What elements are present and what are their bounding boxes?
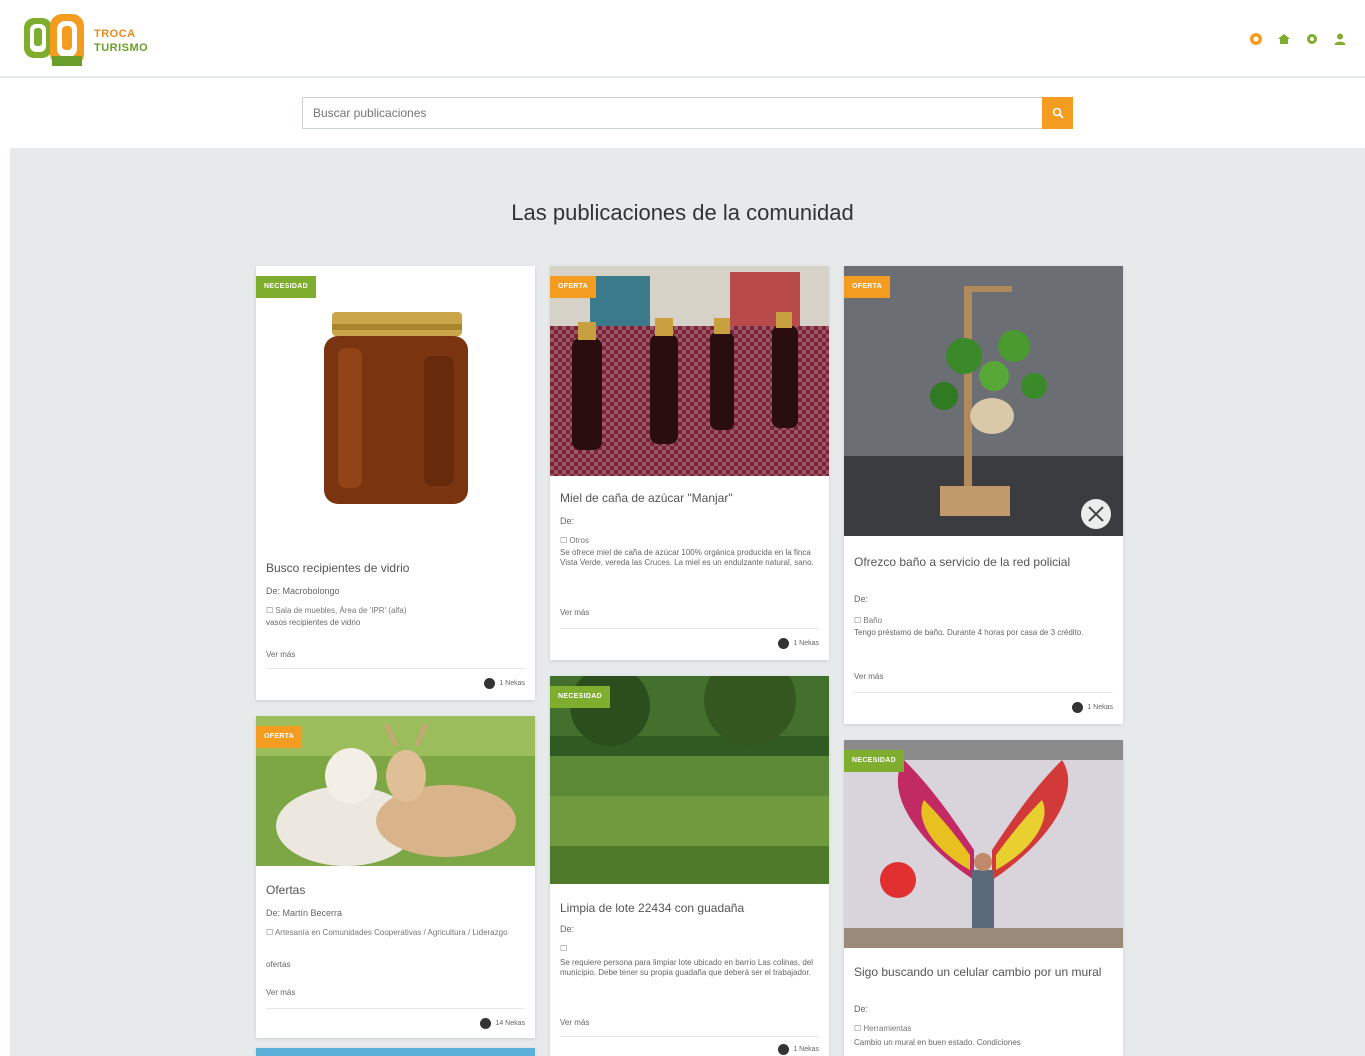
card-image xyxy=(256,266,535,546)
logo-mark-icon xyxy=(24,14,84,66)
card-likes[interactable]: 1 Nekas xyxy=(1072,702,1113,713)
section-title: Las publicaciones de la comunidad xyxy=(511,200,854,225)
like-icon xyxy=(484,678,496,689)
card-title[interactable]: Ofrezco baño a servicio de la red polici… xyxy=(854,554,1109,570)
card-more-link[interactable]: Ver más xyxy=(266,988,295,997)
card-badge: NECESIDAD xyxy=(256,276,316,298)
gear-icon[interactable] xyxy=(1305,32,1319,46)
top-header: TROCA TURISMO xyxy=(0,0,1365,78)
card-divider xyxy=(560,1036,819,1037)
logo-line-2: TURISMO xyxy=(94,42,149,54)
card-description: Tengo préstamo de baño. Durante 4 horas … xyxy=(854,628,1084,637)
card-description: Se ofrece miel de caña de azúcar 100% or… xyxy=(560,548,814,567)
user-icon[interactable] xyxy=(1333,32,1347,46)
card-author: De: Martín Becerra xyxy=(266,908,343,918)
publication-card[interactable]: NECESIDAD Sigo buscando un celular cambi… xyxy=(844,740,1123,1056)
card-badge: OFERTA xyxy=(256,726,303,748)
card-author: De: xyxy=(560,516,575,526)
search-icon xyxy=(1052,107,1064,119)
like-icon xyxy=(480,1018,492,1029)
card-more-link[interactable]: Ver más xyxy=(266,650,295,659)
card-category: ☐ xyxy=(560,944,568,953)
card-category: ☐ Baño xyxy=(854,616,883,625)
card-more-link[interactable]: Ver más xyxy=(560,608,589,617)
card-badge: NECESIDAD xyxy=(844,750,904,772)
card-likes-label: 1 Nekas xyxy=(793,1046,819,1053)
publication-card-partial[interactable] xyxy=(256,1048,535,1056)
card-category: ☐ Herramientas xyxy=(854,1024,912,1033)
card-more-link[interactable]: Ver más xyxy=(854,672,883,681)
card-description: Se requiere persona para limpiar lote ub… xyxy=(560,958,814,977)
like-icon xyxy=(1072,702,1084,713)
card-author: De: xyxy=(854,594,869,604)
logo-line-1: TROCA xyxy=(94,28,136,40)
publication-card[interactable]: NECESIDAD Busco recipientes de vidrio De… xyxy=(256,266,535,700)
card-title[interactable]: Busco recipientes de vidrio xyxy=(266,560,409,576)
nav-icons xyxy=(1249,32,1347,46)
card-likes[interactable]: 1 Nekas xyxy=(778,638,819,649)
card-title[interactable]: Ofertas xyxy=(266,882,305,898)
card-more-link[interactable]: Ver más xyxy=(560,1018,589,1027)
card-badge: NECESIDAD xyxy=(550,686,610,708)
card-category: ☐ Sala de muebles, Área de 'IPR' (alfa) xyxy=(266,606,407,615)
card-image xyxy=(844,266,1123,536)
card-description: vasos recipientes de vidrio xyxy=(266,618,361,627)
publication-card[interactable]: NECESIDAD Limpia de lote 22434 con guada… xyxy=(550,676,829,1056)
orange-circle-icon[interactable] xyxy=(1249,32,1263,46)
card-badge: OFERTA xyxy=(550,276,597,298)
like-icon xyxy=(778,1044,790,1055)
card-description: ofertas xyxy=(266,960,291,969)
card-author: De: xyxy=(560,924,575,934)
card-category: ☐ Otros xyxy=(560,536,589,545)
card-title[interactable]: Sigo buscando un celular cambio por un m… xyxy=(854,964,1109,980)
publication-card[interactable]: OFERTA Ofertas De: Martín Becerra ☐ Arte… xyxy=(256,716,535,1038)
card-author: De: Macrobolongo xyxy=(266,586,340,596)
card-divider xyxy=(560,628,819,629)
card-likes-label: 1 Nekas xyxy=(499,680,525,687)
site-logo[interactable]: TROCA TURISMO xyxy=(22,12,167,70)
card-divider xyxy=(854,692,1113,693)
search-button[interactable] xyxy=(1042,97,1073,129)
card-description: Cambio un mural en buen estado. Condicio… xyxy=(854,1038,1021,1047)
card-divider xyxy=(266,1008,525,1009)
like-icon xyxy=(778,638,790,649)
card-author: De: xyxy=(854,1004,869,1014)
card-likes-label: 1 Nekas xyxy=(1087,704,1113,711)
card-title[interactable]: Limpia de lote 22434 con guadaña xyxy=(560,900,744,916)
home-icon[interactable] xyxy=(1277,32,1291,46)
card-badge: OFERTA xyxy=(844,276,891,298)
card-title[interactable]: Miel de caña de azúcar "Manjar" xyxy=(560,490,733,506)
card-category: ☐ Artesanía en Comunidades Cooperativas … xyxy=(266,928,508,937)
plant-image xyxy=(844,266,1123,536)
card-divider xyxy=(266,668,525,669)
card-likes[interactable]: 14 Nekas xyxy=(480,1018,525,1029)
publication-card[interactable]: OFERTA Miel de caña de azúcar "Manjar" D… xyxy=(550,266,829,660)
honey-jar-image xyxy=(324,312,468,504)
search-bar xyxy=(302,97,1073,129)
card-likes[interactable]: 1 Nekas xyxy=(778,1044,819,1055)
card-likes[interactable]: 1 Nekas xyxy=(484,678,525,689)
card-likes-label: 1 Nekas xyxy=(793,640,819,647)
publication-card[interactable]: OFERTA Ofrezco baño a servicio de la red… xyxy=(844,266,1123,724)
card-likes-label: 14 Nekas xyxy=(495,1020,525,1027)
search-input[interactable] xyxy=(302,97,1042,129)
